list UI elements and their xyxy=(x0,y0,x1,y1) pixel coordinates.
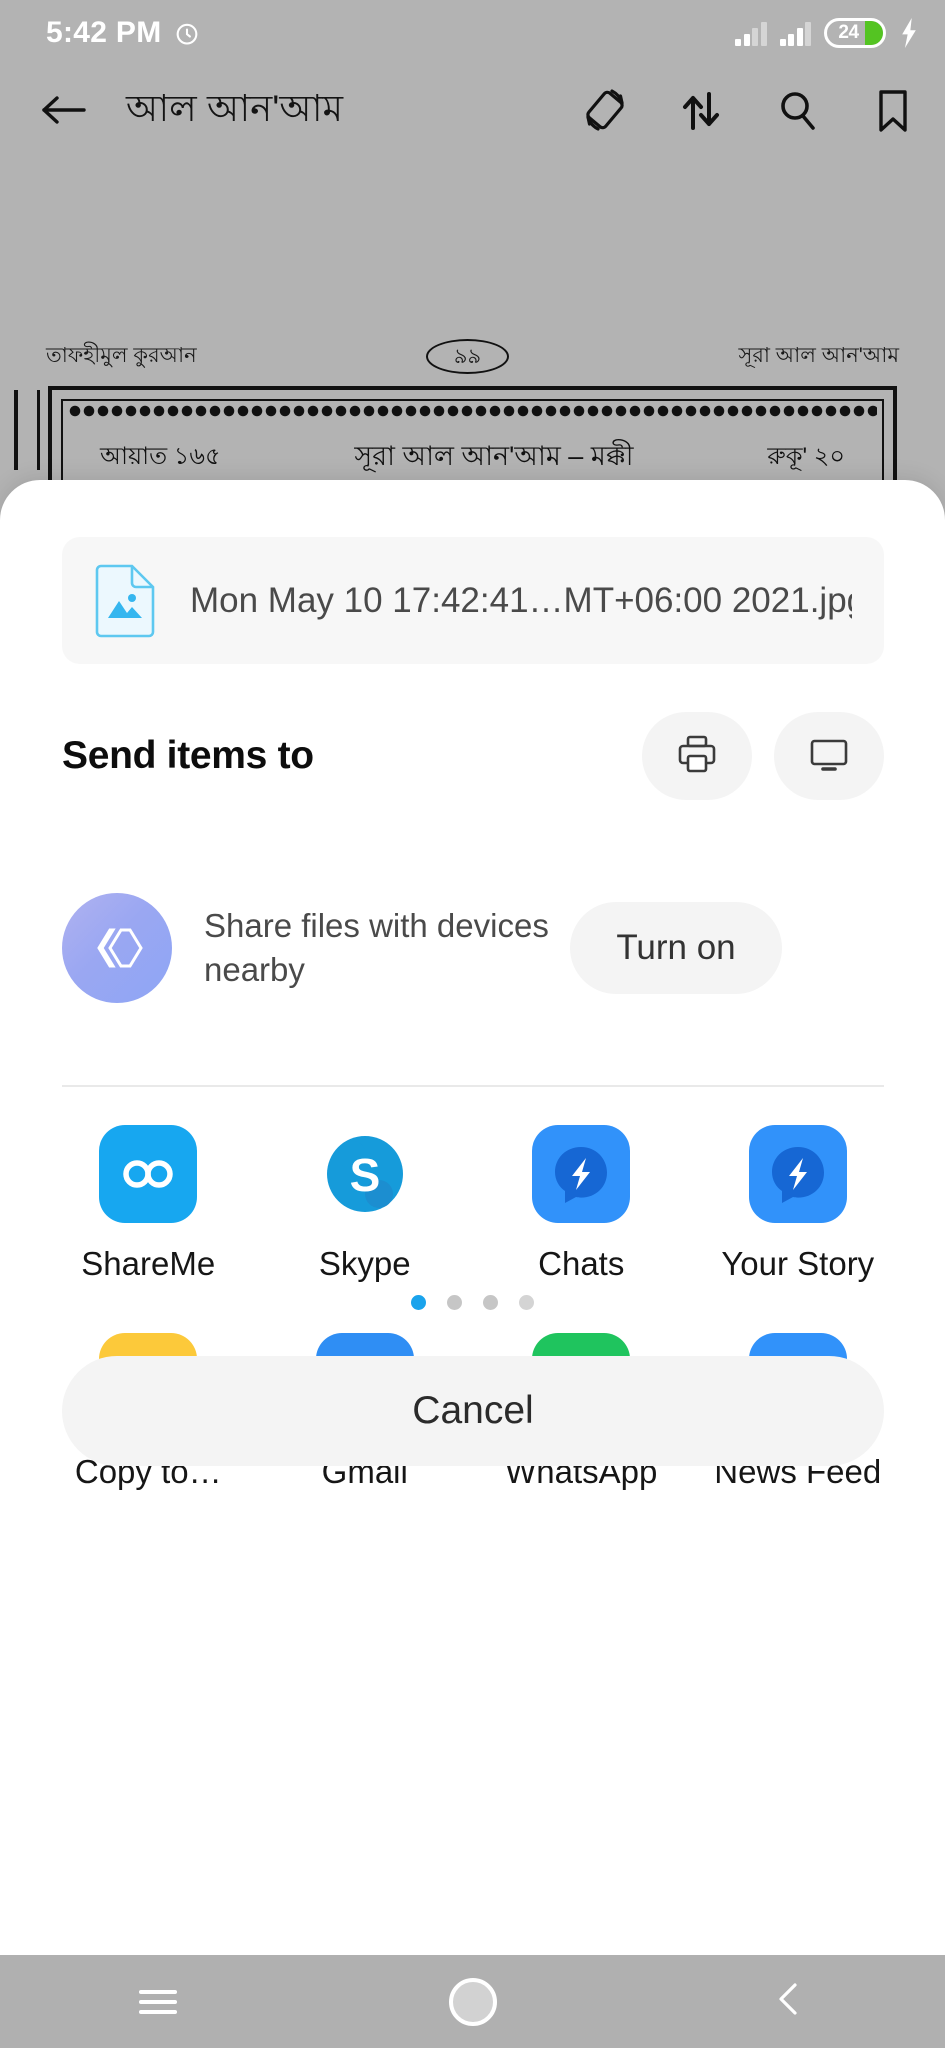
share-target-shareme[interactable]: ShareMe xyxy=(40,1125,257,1283)
nearby-share-icon xyxy=(62,893,172,1003)
nearby-share-row: Share files with devices nearby Turn on xyxy=(62,880,884,1016)
pager-dots[interactable] xyxy=(0,1295,945,1310)
share-target-label: ShareMe xyxy=(81,1245,216,1282)
document-header-left: তাফহীমুল কুরআন xyxy=(46,344,197,368)
messenger-bolt-icon xyxy=(748,1125,847,1223)
svg-text:S: S xyxy=(349,1149,380,1201)
pager-dot-1[interactable] xyxy=(411,1295,426,1310)
share-target-label: Chats xyxy=(538,1245,625,1282)
lightning-bolt-icon xyxy=(899,18,919,48)
document-ornament-frame: আয়াত ১৬৫ সূরা আল আন'আম – মক্কী রুকূ' ২০ xyxy=(48,386,897,484)
printer-icon xyxy=(674,731,720,782)
signal-bars-icon xyxy=(735,20,767,46)
monitor-cast-icon xyxy=(806,731,852,782)
section-divider xyxy=(62,1085,884,1087)
battery-indicator: 24 xyxy=(824,18,886,48)
scroll-updown-icon[interactable] xyxy=(675,84,727,136)
nearby-share-label: Share files with devices nearby xyxy=(204,907,549,988)
document-band-middle: সূরা আল আন'আম – মক্কী xyxy=(354,440,634,471)
pager-dot-3[interactable] xyxy=(483,1295,498,1310)
share-target-label: Skype xyxy=(318,1245,411,1282)
share-target-label: Your Story xyxy=(721,1245,875,1282)
phone-screen: 5:42 PM 24 আল আন'আম তাফহীমুল কুরআন ৯৯ সূ… xyxy=(0,0,945,2048)
hamburger-menu-icon xyxy=(138,1984,177,2020)
screen-rotate-icon[interactable] xyxy=(579,84,631,136)
status-time: 5:42 PM xyxy=(46,16,162,49)
document-page-number: ৯৯ xyxy=(425,339,510,375)
share-target-skype[interactable]: S Skype xyxy=(257,1125,474,1283)
document-header-row: তাফহীমুল কুরআন ৯৯ সূরা আল আন'আম xyxy=(0,339,945,375)
document-ornament-band: আয়াত ১৬৫ সূরা আল আন'আম – মক্কী রুকূ' ২০ xyxy=(74,436,871,480)
signal-bars-icon xyxy=(779,20,811,46)
pager-dot-4[interactable] xyxy=(519,1295,534,1310)
pager-dot-2[interactable] xyxy=(447,1295,462,1310)
search-icon[interactable] xyxy=(771,84,823,136)
status-bar-right: 24 xyxy=(735,18,919,48)
document-header-right: সূরা আল আন'আম xyxy=(738,344,899,368)
skype-s-icon: S xyxy=(316,1125,414,1223)
back-arrow-icon[interactable] xyxy=(36,90,90,130)
page-title: আল আন'আম xyxy=(126,87,344,129)
share-sheet: Mon May 10 17:42:41…MT+06:00 2021.jpg Se… xyxy=(0,480,945,1955)
cast-button[interactable] xyxy=(774,712,884,800)
home-circle-icon xyxy=(448,1977,497,2026)
shared-file-name: Mon May 10 17:42:41…MT+06:00 2021.jpg xyxy=(190,580,852,620)
back-chevron-icon xyxy=(771,1977,805,2026)
app-bar: আল আন'আম xyxy=(0,66,945,154)
image-file-icon xyxy=(94,564,156,638)
back-button[interactable] xyxy=(728,1972,848,2032)
document-corner-mark xyxy=(14,390,40,470)
status-bar: 5:42 PM 24 xyxy=(0,0,945,66)
system-navigation-bar xyxy=(0,1955,945,2048)
document-band-right: রুকূ' ২০ xyxy=(767,443,845,470)
share-target-your-story[interactable]: Your Story xyxy=(690,1125,907,1283)
shareme-infinity-icon xyxy=(99,1125,198,1223)
recents-button[interactable] xyxy=(98,1972,218,2032)
battery-level-text: 24 xyxy=(838,22,859,43)
document-band-left: আয়াত ১৬৫ xyxy=(100,443,221,470)
share-target-chats[interactable]: Chats xyxy=(473,1125,690,1283)
send-items-row: Send items to xyxy=(62,695,884,817)
send-items-title: Send items to xyxy=(62,734,314,777)
bookmark-icon[interactable] xyxy=(867,84,919,136)
alarm-clock-icon xyxy=(173,19,201,47)
messenger-bolt-icon xyxy=(532,1125,631,1223)
print-button[interactable] xyxy=(642,712,752,800)
turn-on-button[interactable]: Turn on xyxy=(570,902,782,994)
background-document-page: তাফহীমুল কুরআন ৯৯ সূরা আল আন'আম আয়াত ১৬… xyxy=(0,154,945,484)
status-bar-left: 5:42 PM xyxy=(46,16,201,50)
shared-file-chip[interactable]: Mon May 10 17:42:41…MT+06:00 2021.jpg xyxy=(62,537,884,664)
home-button[interactable] xyxy=(413,1972,533,2032)
cancel-button[interactable]: Cancel xyxy=(62,1356,884,1466)
